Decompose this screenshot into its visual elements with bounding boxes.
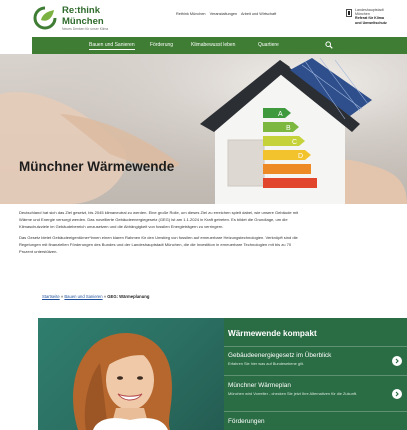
topnav-link-events[interactable]: Veranstaltungen <box>210 12 237 16</box>
energy-label-c: C <box>292 139 297 146</box>
nav-item-bauen[interactable]: Bauen und Sanieren <box>89 42 135 50</box>
search-icon[interactable] <box>325 41 333 49</box>
breadcrumb-current: GEG: Wärmeplanung <box>107 294 150 299</box>
topnav-link-work[interactable]: Arbeit und Wirtschaft <box>241 12 276 16</box>
kompakt-item-subtext: Erfahren Sie hier was auf Bundesebene gi… <box>228 361 304 366</box>
hero-illustration: A B C D <box>0 54 407 204</box>
intro-line: Regelungen mit finanziellen Förderungen … <box>19 242 292 247</box>
nav-item-klimabewusst[interactable]: Klimabewusst leben <box>191 42 235 48</box>
site-header: Re:think München Neues Denken für unser … <box>0 0 407 37</box>
intro-line: Deutschland hat sich das Ziel gesetzt, b… <box>19 210 299 215</box>
main-navigation: Bauen und Sanieren Förderung Klimabewuss… <box>32 37 407 54</box>
kompakt-item-heading: Gebäudeenergiegesetz im Überblick <box>228 352 332 359</box>
logo[interactable]: Re:think München Neues Denken für unser … <box>62 6 108 31</box>
breadcrumb-home-link[interactable]: Startseite <box>42 294 60 299</box>
logo-leaf-icon[interactable] <box>33 6 57 30</box>
intro-line: Das Gesetz bietet Gebäudeeigentümer*inne… <box>19 235 298 240</box>
arrow-right-icon[interactable] <box>392 389 402 399</box>
kompakt-panel: Wärmewende kompakt Gebäudeenergiegesetz … <box>224 318 407 430</box>
breadcrumb-separator: » <box>103 294 107 299</box>
intro-line: Prozent unterstützen. <box>19 249 58 254</box>
energy-label-b: B <box>286 125 291 132</box>
munich-coat-icon <box>346 9 352 17</box>
city-logo[interactable]: Landeshauptstadt München Referat für Kli… <box>346 8 407 25</box>
kompakt-item-subtext: München wird Vorreiter - checken Sie jet… <box>228 391 358 396</box>
kompakt-title: Wärmewende kompakt <box>228 329 317 338</box>
city-logo-line: und Umweltschutz <box>355 20 387 25</box>
nav-item-foerderung[interactable]: Förderung <box>150 42 173 48</box>
arrow-right-icon[interactable] <box>392 356 402 366</box>
intro-line: Wärme und Energie versorgt werden. Das n… <box>19 217 288 222</box>
topnav-link-rethink[interactable]: Rethink München <box>176 12 206 16</box>
breadcrumb-separator: » <box>60 294 64 299</box>
kompakt-item-waermeplan[interactable]: Münchner Wärmeplan München wird Vorreite… <box>224 375 407 411</box>
hero-image: A B C D <box>0 54 407 204</box>
woman-photo <box>38 318 224 430</box>
nav-item-quartiere[interactable]: Quartiere <box>258 42 279 48</box>
page-title: Münchner Wärmewende <box>19 159 175 174</box>
kompakt-item-heading: Münchner Wärmeplan <box>228 382 291 389</box>
intro-line: Klimaschutzziele im Gebäudebereich umzus… <box>19 224 224 229</box>
kompakt-item-foerderungen[interactable]: Förderungen <box>224 411 407 430</box>
breadcrumb: Startseite » Bauen und Sanieren » GEG: W… <box>42 294 149 299</box>
kompakt-item-heading: Förderungen <box>228 418 265 425</box>
logo-tagline: Neues Denken für unser Klima <box>62 27 109 31</box>
logo-title: Re:think <box>62 5 100 16</box>
woman-illustration <box>73 332 172 430</box>
energy-label-d: D <box>298 153 303 160</box>
kompakt-item-geg[interactable]: Gebäudeenergiegesetz im Überblick Erfahr… <box>224 346 407 375</box>
breadcrumb-section-link[interactable]: Bauen und Sanieren <box>64 294 102 299</box>
logo-title-city: München <box>62 15 104 27</box>
energy-label-a: A <box>278 111 283 118</box>
top-navigation: Rethink München Veranstaltungen Arbeit u… <box>176 12 279 16</box>
